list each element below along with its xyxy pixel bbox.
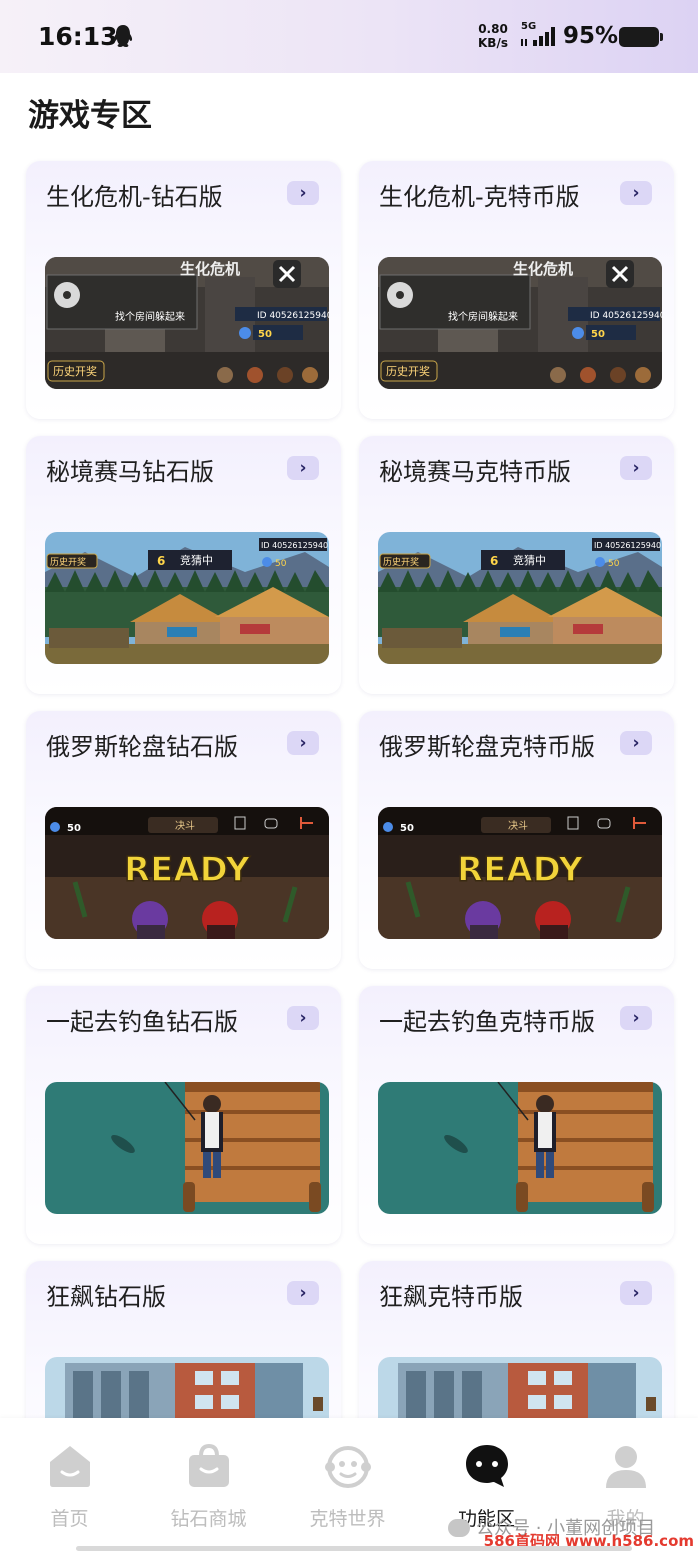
game-card[interactable]: 一起去钓鱼克特币版 ›: [359, 986, 674, 1244]
game-thumbnail-frame[interactable]: 找个房间躲起来 生化危机 ID 40526125940 50 历史开奖: [45, 257, 329, 389]
qq-icon: [113, 25, 133, 47]
chat-bubble-icon: [466, 1445, 508, 1487]
chevron-right-icon[interactable]: ›: [287, 1281, 319, 1305]
svg-text:找个房间躲起来: 找个房间躲起来: [448, 310, 518, 323]
status-bar: 16:13 0.80 KB/s 5G 95%: [0, 0, 698, 73]
svg-text:READY: READY: [124, 850, 250, 890]
status-time: 16:13: [38, 22, 118, 51]
home-indicator: [76, 1546, 632, 1551]
game-card-title: 秘境赛马克特币版: [379, 458, 571, 486]
svg-text:竞猜中: 竞猜中: [513, 553, 546, 567]
game-card[interactable]: 一起去钓鱼钻石版 ›: [26, 986, 341, 1244]
svg-text:竞猜中: 竞猜中: [180, 553, 213, 567]
tab-label: 钻石商城: [170, 1508, 247, 1530]
chevron-right-icon[interactable]: ›: [620, 456, 652, 480]
signal-icon: [521, 27, 555, 46]
game-card-title: 生化危机-钻石版: [46, 183, 223, 211]
svg-text:生化危机: 生化危机: [180, 260, 240, 278]
monkey-face-icon: [325, 1446, 371, 1488]
svg-text:找个房间躲起来: 找个房间躲起来: [115, 310, 185, 323]
svg-text:ID 40526125940: ID 40526125940: [257, 311, 329, 321]
svg-text:历史开奖: 历史开奖: [386, 364, 430, 378]
battery-percent: 95%: [563, 23, 619, 49]
game-card[interactable]: 俄罗斯轮盘克特币版 › 50 决斗 READY: [359, 711, 674, 969]
svg-text:ID 40526125940: ID 40526125940: [594, 541, 661, 550]
game-card-title: 狂飙克特币版: [379, 1283, 523, 1311]
game-card[interactable]: 秘境赛马克特币版 › 6 竞猜中 ID 40526125940 50 历史开奖: [359, 436, 674, 694]
chevron-right-icon[interactable]: ›: [287, 456, 319, 480]
svg-text:历史开奖: 历史开奖: [383, 556, 419, 568]
svg-text:生化危机: 生化危机: [513, 260, 573, 278]
svg-text:6: 6: [157, 554, 165, 568]
game-thumbnail-frame[interactable]: 6 竞猜中 ID 40526125940 50 历史开奖: [45, 532, 329, 664]
game-thumbnail-frame[interactable]: 找个房间躲起来 生化危机 ID 40526125940 50 历史开奖: [378, 257, 662, 389]
tab-label: 克特世界: [309, 1508, 386, 1530]
game-thumbnail-frame[interactable]: [378, 1082, 662, 1214]
svg-text:决斗: 决斗: [175, 820, 195, 832]
game-card[interactable]: 俄罗斯轮盘钻石版 › 50 决斗 READY: [26, 711, 341, 969]
game-card-title: 一起去钓鱼钻石版: [46, 1008, 238, 1036]
game-thumbnail: 50 决斗 READY: [45, 807, 329, 939]
game-thumbnail: 6 竞猜中 ID 40526125940 50 历史开奖: [378, 532, 662, 664]
shopping-bag-icon: [189, 1443, 229, 1487]
game-thumbnail: 找个房间躲起来 生化危机 ID 40526125940 50 历史开奖: [45, 257, 329, 389]
chevron-right-icon[interactable]: ›: [287, 731, 319, 755]
game-thumbnail-frame[interactable]: 50 决斗 READY: [378, 807, 662, 939]
chevron-right-icon[interactable]: ›: [620, 1006, 652, 1030]
game-card[interactable]: 生化危机-钻石版 › 找个房间躲起来 生化危机 ID 40526125940 5…: [26, 161, 341, 419]
home-icon: [50, 1446, 90, 1487]
page-title: 游戏专区: [28, 98, 152, 134]
game-thumbnail: 50 决斗 READY: [378, 807, 662, 939]
svg-text:50: 50: [275, 559, 287, 569]
game-thumbnail-frame[interactable]: [45, 1082, 329, 1214]
game-card-title: 秘境赛马钻石版: [46, 458, 214, 486]
game-thumbnail: [378, 1082, 662, 1214]
game-card-title: 俄罗斯轮盘克特币版: [379, 733, 595, 761]
battery-icon: [619, 27, 663, 47]
game-card[interactable]: 生化危机-克特币版 › 找个房间躲起来 生化危机 ID 40526125940 …: [359, 161, 674, 419]
svg-text:50: 50: [258, 329, 272, 340]
net-speed: 0.80 KB/s: [478, 22, 508, 50]
game-thumbnail: 找个房间躲起来 生化危机 ID 40526125940 50 历史开奖: [378, 257, 662, 389]
chevron-right-icon[interactable]: ›: [620, 181, 652, 205]
svg-text:READY: READY: [457, 850, 583, 890]
svg-text:50: 50: [608, 559, 620, 569]
game-thumbnail: [45, 1082, 329, 1214]
game-card-title: 俄罗斯轮盘钻石版: [46, 733, 238, 761]
svg-text:50: 50: [400, 823, 414, 834]
chevron-right-icon[interactable]: ›: [287, 1006, 319, 1030]
svg-text:历史开奖: 历史开奖: [53, 364, 97, 378]
person-icon: [606, 1446, 646, 1488]
tab-home[interactable]: 首页: [0, 1418, 139, 1538]
game-card-title: 一起去钓鱼克特币版: [379, 1008, 595, 1036]
chevron-right-icon[interactable]: ›: [287, 181, 319, 205]
game-card-title: 狂飙钻石版: [46, 1283, 166, 1311]
svg-text:6: 6: [490, 554, 498, 568]
game-thumbnail-frame[interactable]: 50 决斗 READY: [45, 807, 329, 939]
tab-label: 首页: [50, 1508, 89, 1530]
chevron-right-icon[interactable]: ›: [620, 731, 652, 755]
svg-text:50: 50: [591, 329, 605, 340]
svg-text:ID 40526125940: ID 40526125940: [590, 311, 662, 321]
tab-kete-world[interactable]: 克特世界: [278, 1418, 417, 1538]
game-thumbnail-frame[interactable]: 6 竞猜中 ID 40526125940 50 历史开奖: [378, 532, 662, 664]
game-card-title: 生化危机-克特币版: [379, 183, 580, 211]
svg-text:ID 40526125940: ID 40526125940: [261, 541, 328, 550]
wechat-icon: [448, 1519, 470, 1537]
svg-text:历史开奖: 历史开奖: [50, 556, 86, 568]
game-card[interactable]: 秘境赛马钻石版 › 6 竞猜中 ID 40526125940 50 历史开奖: [26, 436, 341, 694]
svg-text:50: 50: [67, 823, 81, 834]
svg-text:决斗: 决斗: [508, 820, 528, 832]
chevron-right-icon[interactable]: ›: [620, 1281, 652, 1305]
tab-diamond-store[interactable]: 钻石商城: [139, 1418, 278, 1538]
game-thumbnail: 6 竞猜中 ID 40526125940 50 历史开奖: [45, 532, 329, 664]
